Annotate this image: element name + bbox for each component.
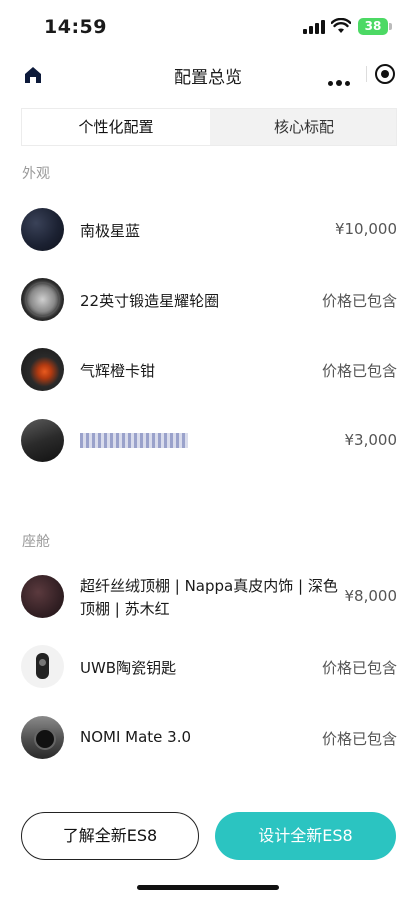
status-bar: 14:59 38 (0, 0, 416, 54)
nomi-ball (34, 728, 56, 750)
wheel-spokes (25, 282, 60, 317)
item-price: 价格已包含 (321, 659, 397, 677)
item-price: 价格已包含 (321, 730, 397, 748)
tab-core-standard[interactable]: 核心标配 (210, 109, 398, 145)
item-name: NOMI Mate 3.0 (80, 728, 192, 746)
item-name: UWB陶瓷钥匙 (80, 659, 177, 677)
redacted-item-name (80, 433, 188, 448)
blue-paint-swatch-image (21, 208, 64, 251)
item-name: 22英寸锻造星耀轮圈 (80, 292, 220, 310)
list-item[interactable]: ¥3,000 (21, 419, 397, 463)
more-icon[interactable] (328, 71, 353, 90)
section-title-cabin: 座舱 (22, 534, 50, 550)
learn-es8-button[interactable]: 了解全新ES8 (21, 812, 199, 860)
design-es8-button[interactable]: 设计全新ES8 (215, 812, 396, 860)
tab-personalized-config[interactable]: 个性化配置 (22, 109, 210, 145)
target-icon[interactable] (375, 64, 395, 84)
item-name: 气辉橙卡钳 (80, 362, 156, 380)
capsule-divider (366, 66, 367, 82)
bottom-action-bar: 了解全新ES8 设计全新ES8 (0, 812, 416, 864)
item-price: ¥8,000 (344, 587, 398, 605)
item-name: 超纤丝绒顶棚 | Nappa真皮内饰 | 深色顶棚 | 苏木红 (80, 577, 338, 618)
nomi-device-image (21, 716, 64, 759)
battery-icon: 38 (358, 18, 388, 35)
red-interior-image (21, 575, 64, 618)
wifi-icon (331, 18, 351, 33)
list-item[interactable]: 22英寸锻造星耀轮圈 价格已包含 (21, 278, 397, 322)
list-item[interactable]: NOMI Mate 3.0 价格已包含 (21, 716, 397, 760)
nav-bar: 配置总览 (0, 54, 416, 98)
list-item[interactable]: 气辉橙卡钳 价格已包含 (21, 348, 397, 392)
list-item[interactable]: UWB陶瓷钥匙 价格已包含 (21, 645, 397, 689)
tab-bar: 个性化配置 核心标配 (21, 108, 397, 146)
battery-level: 38 (364, 19, 382, 33)
item-price: ¥10,000 (334, 220, 397, 238)
item-price: ¥3,000 (344, 431, 398, 449)
mini-program-capsule (316, 58, 404, 90)
item-price: 价格已包含 (321, 292, 397, 310)
brake-caliper-image (21, 348, 64, 391)
section-title-exterior: 外观 (22, 166, 50, 182)
key-shape (36, 653, 49, 679)
wheel-rim-image (21, 278, 64, 321)
status-time: 14:59 (44, 16, 107, 38)
ceramic-key-image (21, 645, 64, 688)
list-item[interactable]: 超纤丝绒顶棚 | Nappa真皮内饰 | 深色顶棚 | 苏木红 ¥8,000 (21, 575, 397, 619)
battery-cap (389, 23, 392, 30)
item-price: 价格已包含 (321, 362, 397, 380)
list-item[interactable]: 南极星蓝 ¥10,000 (21, 208, 397, 252)
dark-trim-image (21, 419, 64, 462)
cellular-signal-icon (303, 20, 325, 34)
home-indicator (137, 885, 279, 890)
item-name: 南极星蓝 (80, 222, 141, 240)
